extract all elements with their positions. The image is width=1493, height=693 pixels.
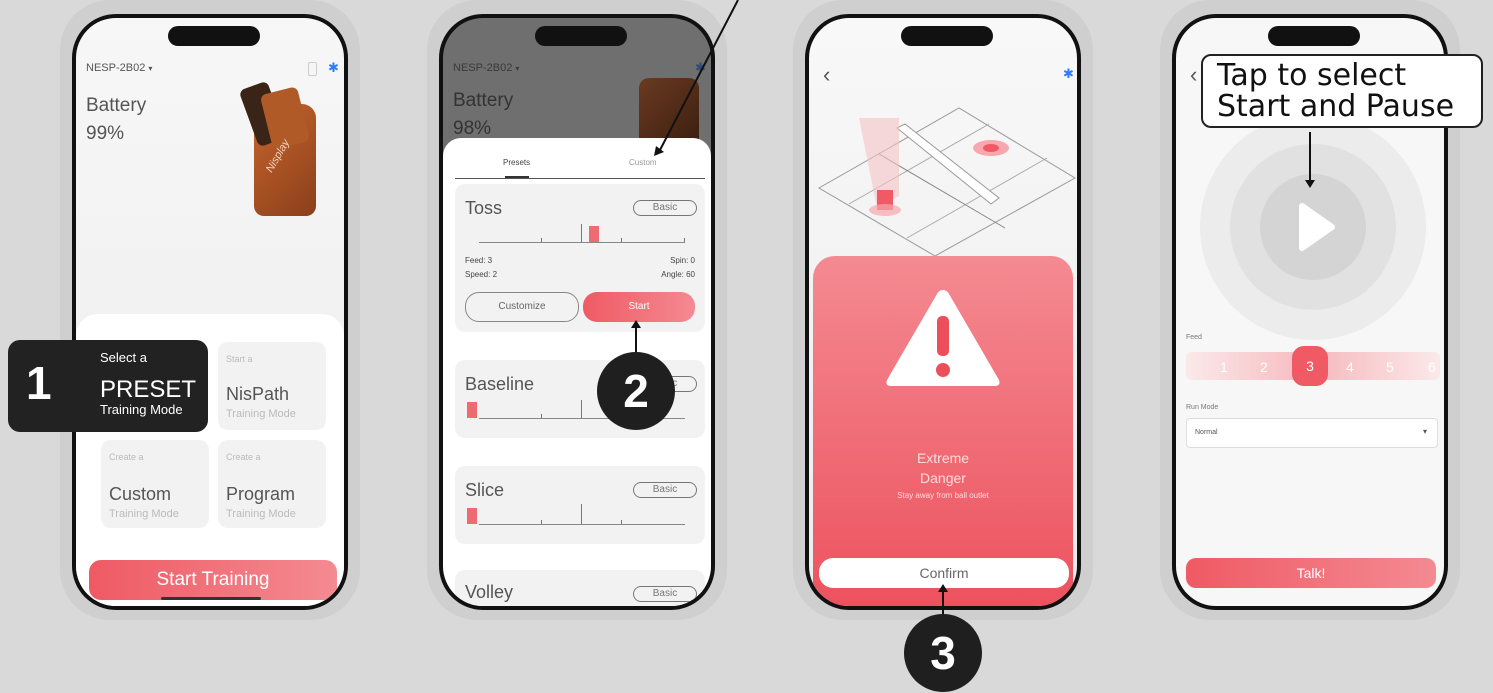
bluetooth-icon: ✱ — [695, 60, 706, 75]
play-button[interactable] — [1260, 174, 1366, 280]
battery-icon — [308, 62, 317, 76]
feed-option[interactable]: 5 — [1386, 359, 1394, 375]
preset-badge: Basic — [633, 586, 697, 602]
product-bag-image: Nisplay — [238, 80, 326, 224]
tab-presets[interactable]: Presets — [503, 158, 530, 167]
tile-title: Program — [226, 484, 296, 504]
preset-track — [479, 242, 685, 243]
run-mode-select[interactable]: Normal ▾ — [1186, 418, 1438, 448]
callout-prefix: Select a — [100, 350, 147, 365]
step-3-badge: 3 — [904, 614, 982, 692]
preset-marker — [589, 226, 599, 242]
court-illustration — [818, 107, 1076, 257]
battery-value: 99% — [86, 123, 125, 144]
tile-sub: Training Mode — [109, 508, 179, 520]
preset-marker — [467, 508, 477, 524]
tooltip-line-1: Tap to select — [1217, 58, 1407, 93]
tile-prefix: Start a — [226, 354, 253, 364]
start-button[interactable]: Start — [583, 292, 695, 322]
warning-icon — [886, 290, 1000, 386]
home-indicator — [161, 597, 261, 600]
tab-divider — [455, 178, 705, 179]
tile-sub: Training Mode — [226, 408, 296, 420]
device-selector: NESP-2B02 ▾ — [453, 62, 519, 74]
tile-prefix: Create a — [226, 452, 261, 462]
battery-label: Battery — [453, 90, 514, 111]
preset-card-slice[interactable]: Slice Basic — [455, 466, 705, 544]
feed-option[interactable]: 1 — [1220, 359, 1228, 375]
warning-title-1: Extreme — [916, 450, 970, 466]
device-name: NESP-2B02 — [86, 62, 146, 74]
feed-stat: Feed: 3 — [465, 256, 493, 265]
notch — [1268, 26, 1360, 46]
chevron-down-icon: ▾ — [148, 64, 153, 73]
tile-title: Custom — [109, 484, 172, 504]
callout-title: PRESET — [100, 376, 197, 403]
bluetooth-icon[interactable]: ✱ — [328, 60, 339, 76]
preset-badge: Basic — [633, 200, 697, 216]
warning-subtitle: Stay away from ball outlet — [897, 491, 989, 500]
speed-stat: Speed: 2 — [465, 270, 498, 279]
tile-nispath[interactable]: Start a NisPath Training Mode — [218, 342, 326, 430]
tile-sub: Training Mode — [226, 508, 296, 520]
run-mode-label: Run Mode — [1186, 404, 1219, 411]
spin-stat: Spin: 0 — [670, 256, 695, 265]
back-icon[interactable]: ‹ — [1190, 62, 1197, 88]
notch — [901, 26, 993, 46]
phone-screen-2: NESP-2B02 ▾ ✱ Battery 98% Presets Custom… — [439, 14, 715, 610]
preset-marker — [467, 402, 477, 418]
callout-sub: Training Mode — [100, 402, 183, 417]
angle-stat: Angle: 60 — [661, 270, 695, 279]
preset-callout[interactable]: 1 Select a PRESET Training Mode — [8, 340, 208, 432]
tab-custom[interactable]: Custom — [629, 158, 657, 167]
chevron-down-icon: ▾ — [1422, 427, 1427, 436]
tile-custom[interactable]: Create a Custom Training Mode — [101, 440, 209, 528]
start-training-button[interactable]: Start Training — [89, 560, 337, 600]
play-icon — [1299, 203, 1335, 251]
customize-button[interactable]: Customize — [465, 292, 579, 322]
feed-option[interactable]: 2 — [1260, 359, 1268, 375]
feed-option-selected[interactable]: 3 — [1292, 346, 1328, 386]
phone-screen-1: NESP-2B02 ▾ ✱ Battery 99% Nisplay Start … — [72, 14, 348, 610]
preset-name: Slice — [465, 480, 505, 500]
feed-option[interactable]: 4 — [1346, 359, 1354, 375]
preset-card-volley[interactable]: Volley Basic — [455, 570, 705, 606]
device-selector[interactable]: NESP-2B02 ▾ — [86, 62, 152, 74]
tile-program[interactable]: Create a Program Training Mode — [218, 440, 326, 528]
run-mode-value: Normal — [1195, 429, 1218, 436]
step-2-badge: 2 — [597, 352, 675, 430]
preset-name: Toss — [465, 198, 503, 218]
feed-label: Feed — [1186, 334, 1202, 341]
step-number: 1 — [26, 357, 52, 409]
chevron-down-icon: ▾ — [515, 64, 520, 73]
notch — [168, 26, 260, 46]
confirm-button[interactable]: Confirm — [819, 558, 1069, 588]
phone-screen-3: ‹ ✱ Extreme Danger Stay away from ball o… — [805, 14, 1081, 610]
preset-badge: Basic — [633, 482, 697, 498]
battery-label: Battery — [86, 95, 147, 116]
talk-button[interactable]: Talk! — [1186, 558, 1436, 588]
preset-card-toss[interactable]: Toss Basic Feed: 3 Spin: 0 Speed: 2 Angl… — [455, 184, 705, 332]
preset-name: Baseline — [465, 374, 535, 394]
feed-selector[interactable]: 1 2 3 4 5 6 — [1186, 346, 1440, 386]
device-name: NESP-2B02 — [453, 62, 513, 74]
preset-name: Volley — [465, 582, 514, 602]
warning-title-2: Danger — [920, 470, 966, 486]
battery-value: 98% — [453, 118, 492, 139]
tile-prefix: Create a — [109, 452, 144, 462]
feed-option[interactable]: 6 — [1428, 359, 1436, 375]
tooltip-line-2: Start and Pause — [1217, 89, 1455, 124]
notch — [535, 26, 627, 46]
tile-title: NisPath — [226, 384, 290, 404]
play-tooltip: Tap to select Start and Pause — [1201, 54, 1483, 128]
